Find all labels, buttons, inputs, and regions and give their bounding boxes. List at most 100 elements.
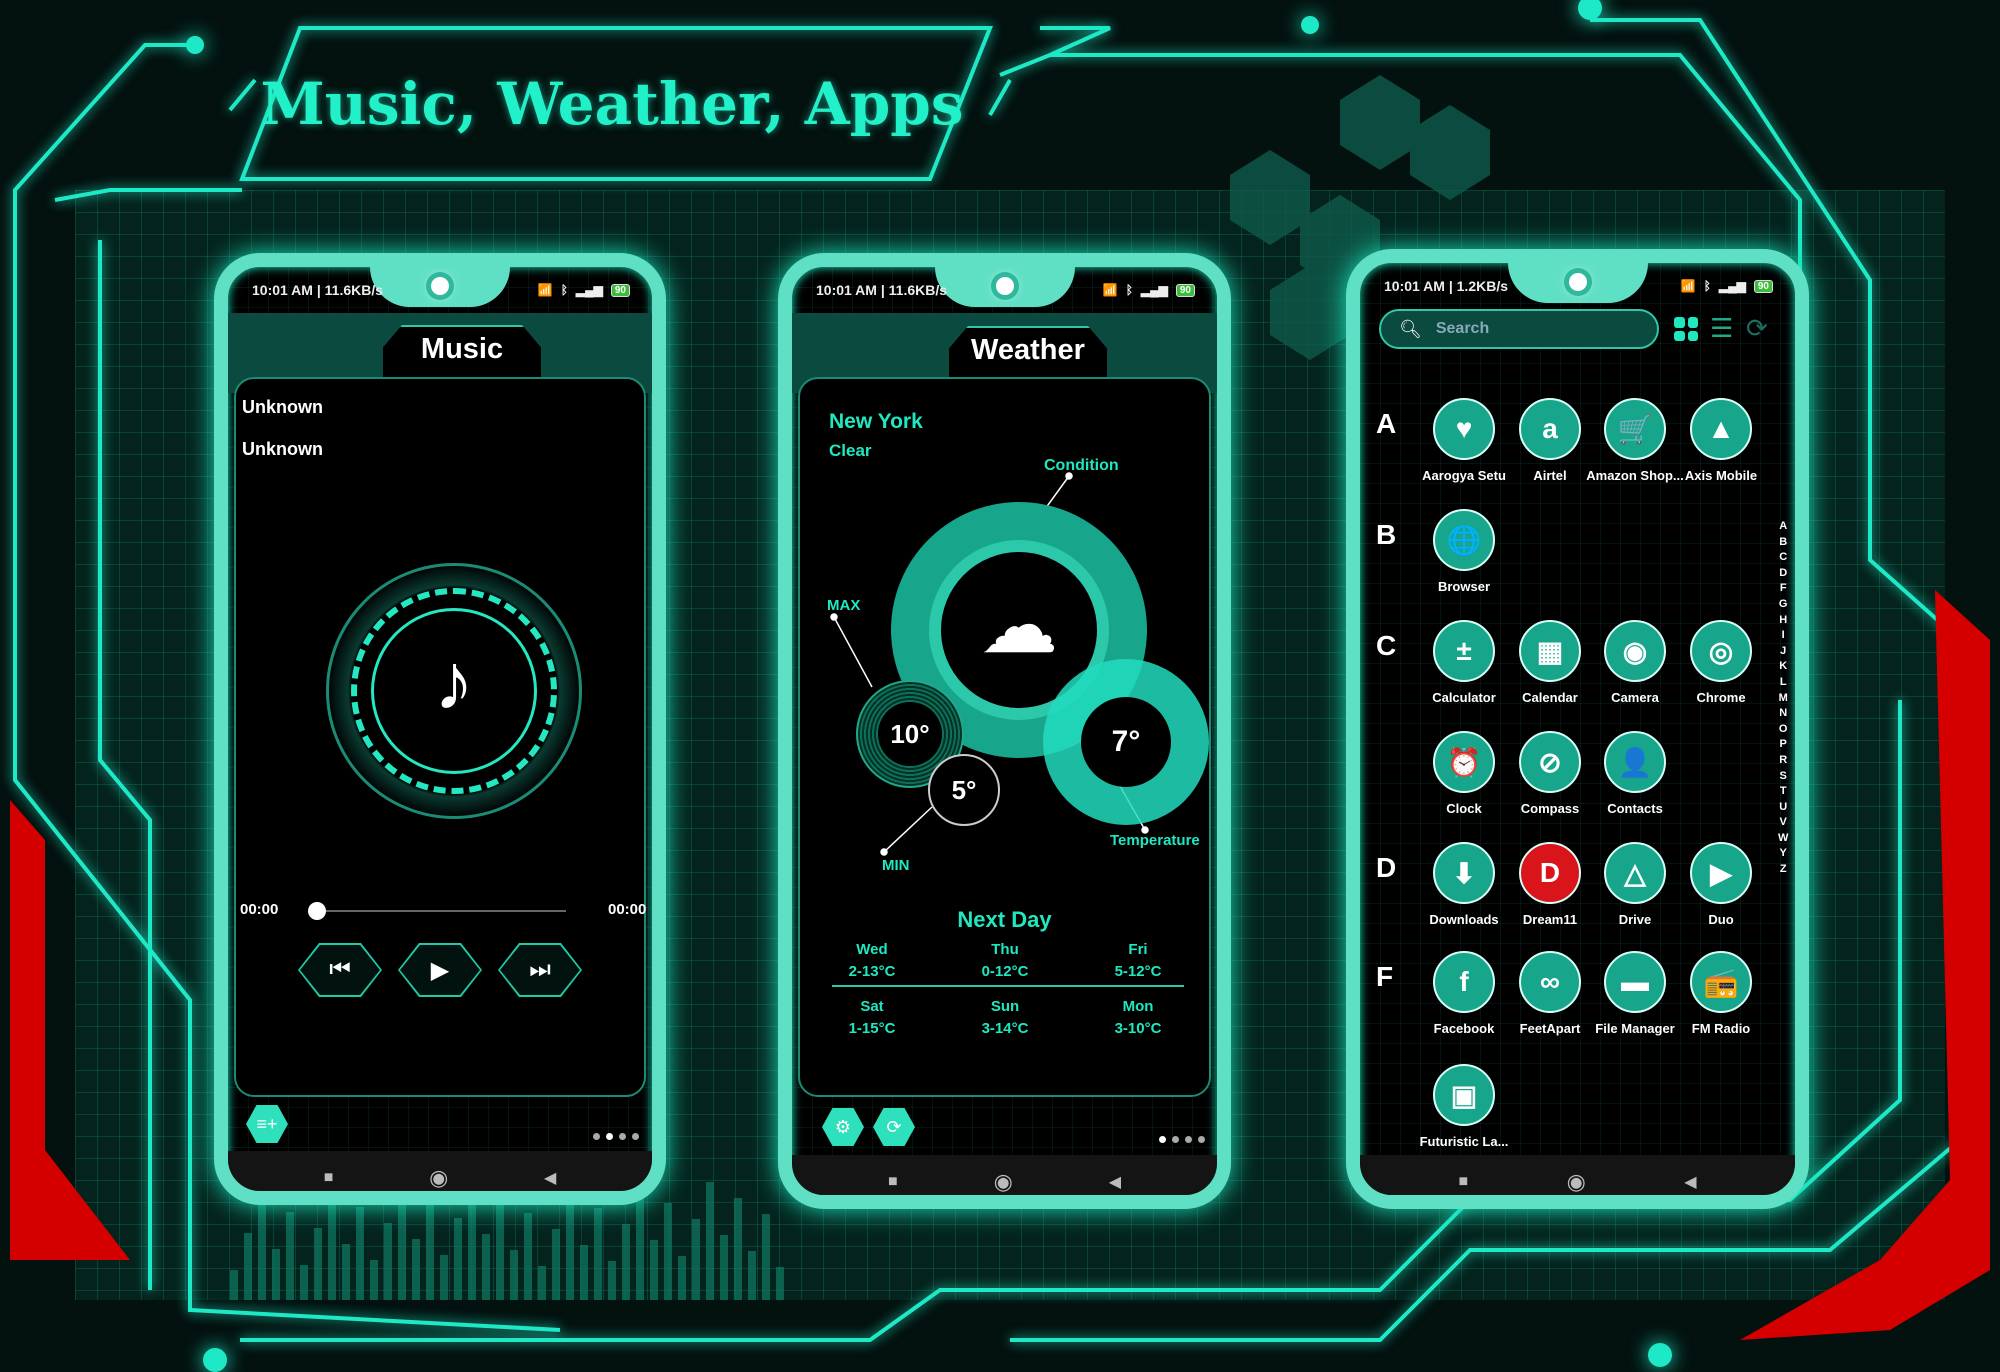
app-glyph-icon: ▣ [1433,1064,1495,1126]
app-icon-duo[interactable]: ▶ Duo [1666,842,1776,927]
index-letter[interactable]: I [1782,629,1785,641]
equalizer-bar [230,1270,238,1300]
forecast-range: 5-12°C [1114,963,1162,980]
page-dot[interactable] [1159,1136,1166,1143]
index-letter[interactable]: N [1779,707,1787,719]
app-icon-contacts[interactable]: 👤 Contacts [1580,731,1690,816]
home-icon[interactable]: ◉ [994,1169,1013,1195]
page-dot[interactable] [632,1133,639,1140]
app-glyph-icon: a [1519,398,1581,460]
back-icon[interactable]: ◀ [1684,1172,1696,1192]
index-letter[interactable]: G [1779,598,1788,610]
index-letter[interactable]: J [1780,645,1786,657]
equalizer-bar [552,1229,560,1300]
music-note-icon: ♪ [434,637,474,726]
equalizer-bar [426,1202,434,1300]
index-letter[interactable]: S [1780,770,1787,782]
forecast-day: Sat [860,998,884,1015]
forecast-range: 2-13°C [848,963,896,980]
page-dot[interactable] [1198,1136,1205,1143]
wifi-icon: 📶 [1102,283,1118,297]
equalizer-bar [258,1196,266,1300]
forecast-divider [832,985,1184,987]
page-dot[interactable] [593,1133,600,1140]
alphabet-index[interactable]: ABCDFGHIJKLMNOPRSTUVWYZ [1778,520,1788,875]
app-icon-chrome[interactable]: ◎ Chrome [1666,620,1776,705]
equalizer-bar [412,1239,420,1300]
app-glyph-icon: △ [1604,842,1666,904]
section-letter: F [1376,961,1394,992]
equalizer-bar [580,1245,588,1300]
index-letter[interactable]: D [1779,567,1787,579]
app-glyph-icon: ▦ [1519,620,1581,682]
index-letter[interactable]: B [1779,536,1787,548]
home-icon[interactable]: ◉ [429,1165,448,1191]
search-input[interactable]: 🔍︎ Search [1379,309,1659,349]
index-letter[interactable]: O [1779,723,1788,735]
app-icon-browser[interactable]: 🌐 Browser [1409,509,1519,594]
search-icon: 🔍︎ [1399,318,1422,339]
forecast-day: Fri [1128,941,1148,958]
index-letter[interactable]: P [1780,738,1787,750]
equalizer-bar [440,1255,448,1300]
page-indicator[interactable] [593,1133,639,1140]
app-glyph-icon: ⊘ [1519,731,1581,793]
index-letter[interactable]: V [1780,816,1787,828]
back-icon[interactable]: ◀ [1109,1172,1121,1192]
app-icon-futuristic-la[interactable]: ▣ Futuristic La... [1409,1064,1519,1149]
grid-view-icon[interactable] [1674,317,1698,341]
back-icon[interactable]: ◀ [544,1168,556,1188]
signal-icon: ▂▄▆ [1718,279,1746,293]
page-dot[interactable] [606,1133,613,1140]
equalizer-bar [524,1213,532,1300]
index-letter[interactable]: T [1780,785,1787,797]
album-art-disc: ♪ [326,563,582,819]
app-label: Contacts [1607,801,1663,816]
app-label: Duo [1708,912,1734,927]
index-letter[interactable]: H [1779,614,1787,626]
index-letter[interactable]: Z [1780,863,1787,875]
list-view-icon[interactable]: ☰ [1710,313,1733,344]
seek-bar[interactable] [308,902,566,920]
page-dot[interactable] [1172,1136,1179,1143]
app-glyph-icon: 🛒 [1604,398,1666,460]
recent-apps-icon[interactable]: ■ [1458,1173,1468,1191]
index-letter[interactable]: U [1779,801,1787,813]
bluetooth-icon: ᛒ [1703,279,1711,293]
app-glyph-icon: ◉ [1604,620,1666,682]
forecast-item: Sat 1-15°C [812,996,932,1040]
index-letter[interactable]: C [1779,551,1787,563]
index-letter[interactable]: W [1778,832,1788,844]
page-title: Music [383,325,541,381]
index-letter[interactable]: R [1779,754,1787,766]
index-letter[interactable]: M [1779,692,1788,704]
equalizer-bar [538,1266,546,1300]
max-temp: 10° [878,702,942,766]
index-letter[interactable]: F [1780,582,1787,594]
index-letter[interactable]: L [1780,676,1787,688]
app-icon-fm-radio[interactable]: 📻 FM Radio [1666,951,1776,1036]
index-letter[interactable]: A [1779,520,1787,532]
forecast-range: 3-14°C [981,1020,1029,1037]
equalizer-bar [664,1203,672,1300]
equalizer-bar [272,1249,280,1300]
current-temp-ring: 7° [1043,659,1209,825]
weather-phone: 10:01 AM | 11.6KB/s 📶 ᛒ ▂▄▆ 90 Weather New … [778,253,1231,1209]
page-dot[interactable] [1185,1136,1192,1143]
seek-handle[interactable] [308,902,326,920]
home-icon[interactable]: ◉ [1567,1169,1586,1195]
index-letter[interactable]: Y [1780,847,1787,859]
index-letter[interactable]: K [1779,660,1787,672]
forecast-item: Fri 5-12°C [1078,939,1198,983]
forecast-item: Thu 0-12°C [945,939,1065,983]
page-dot[interactable] [619,1133,626,1140]
recent-apps-icon[interactable]: ■ [324,1169,334,1187]
page-indicator[interactable] [1159,1136,1205,1143]
app-glyph-icon: ⏰ [1433,731,1495,793]
equalizer-bar [622,1224,630,1300]
recent-apps-icon[interactable]: ■ [888,1173,898,1191]
app-icon-axis-mobile[interactable]: ▲ Axis Mobile [1666,398,1776,483]
section-letter: D [1376,852,1397,883]
app-glyph-icon: ▬ [1604,951,1666,1013]
refresh-icon[interactable]: ⟳ [1746,313,1768,344]
